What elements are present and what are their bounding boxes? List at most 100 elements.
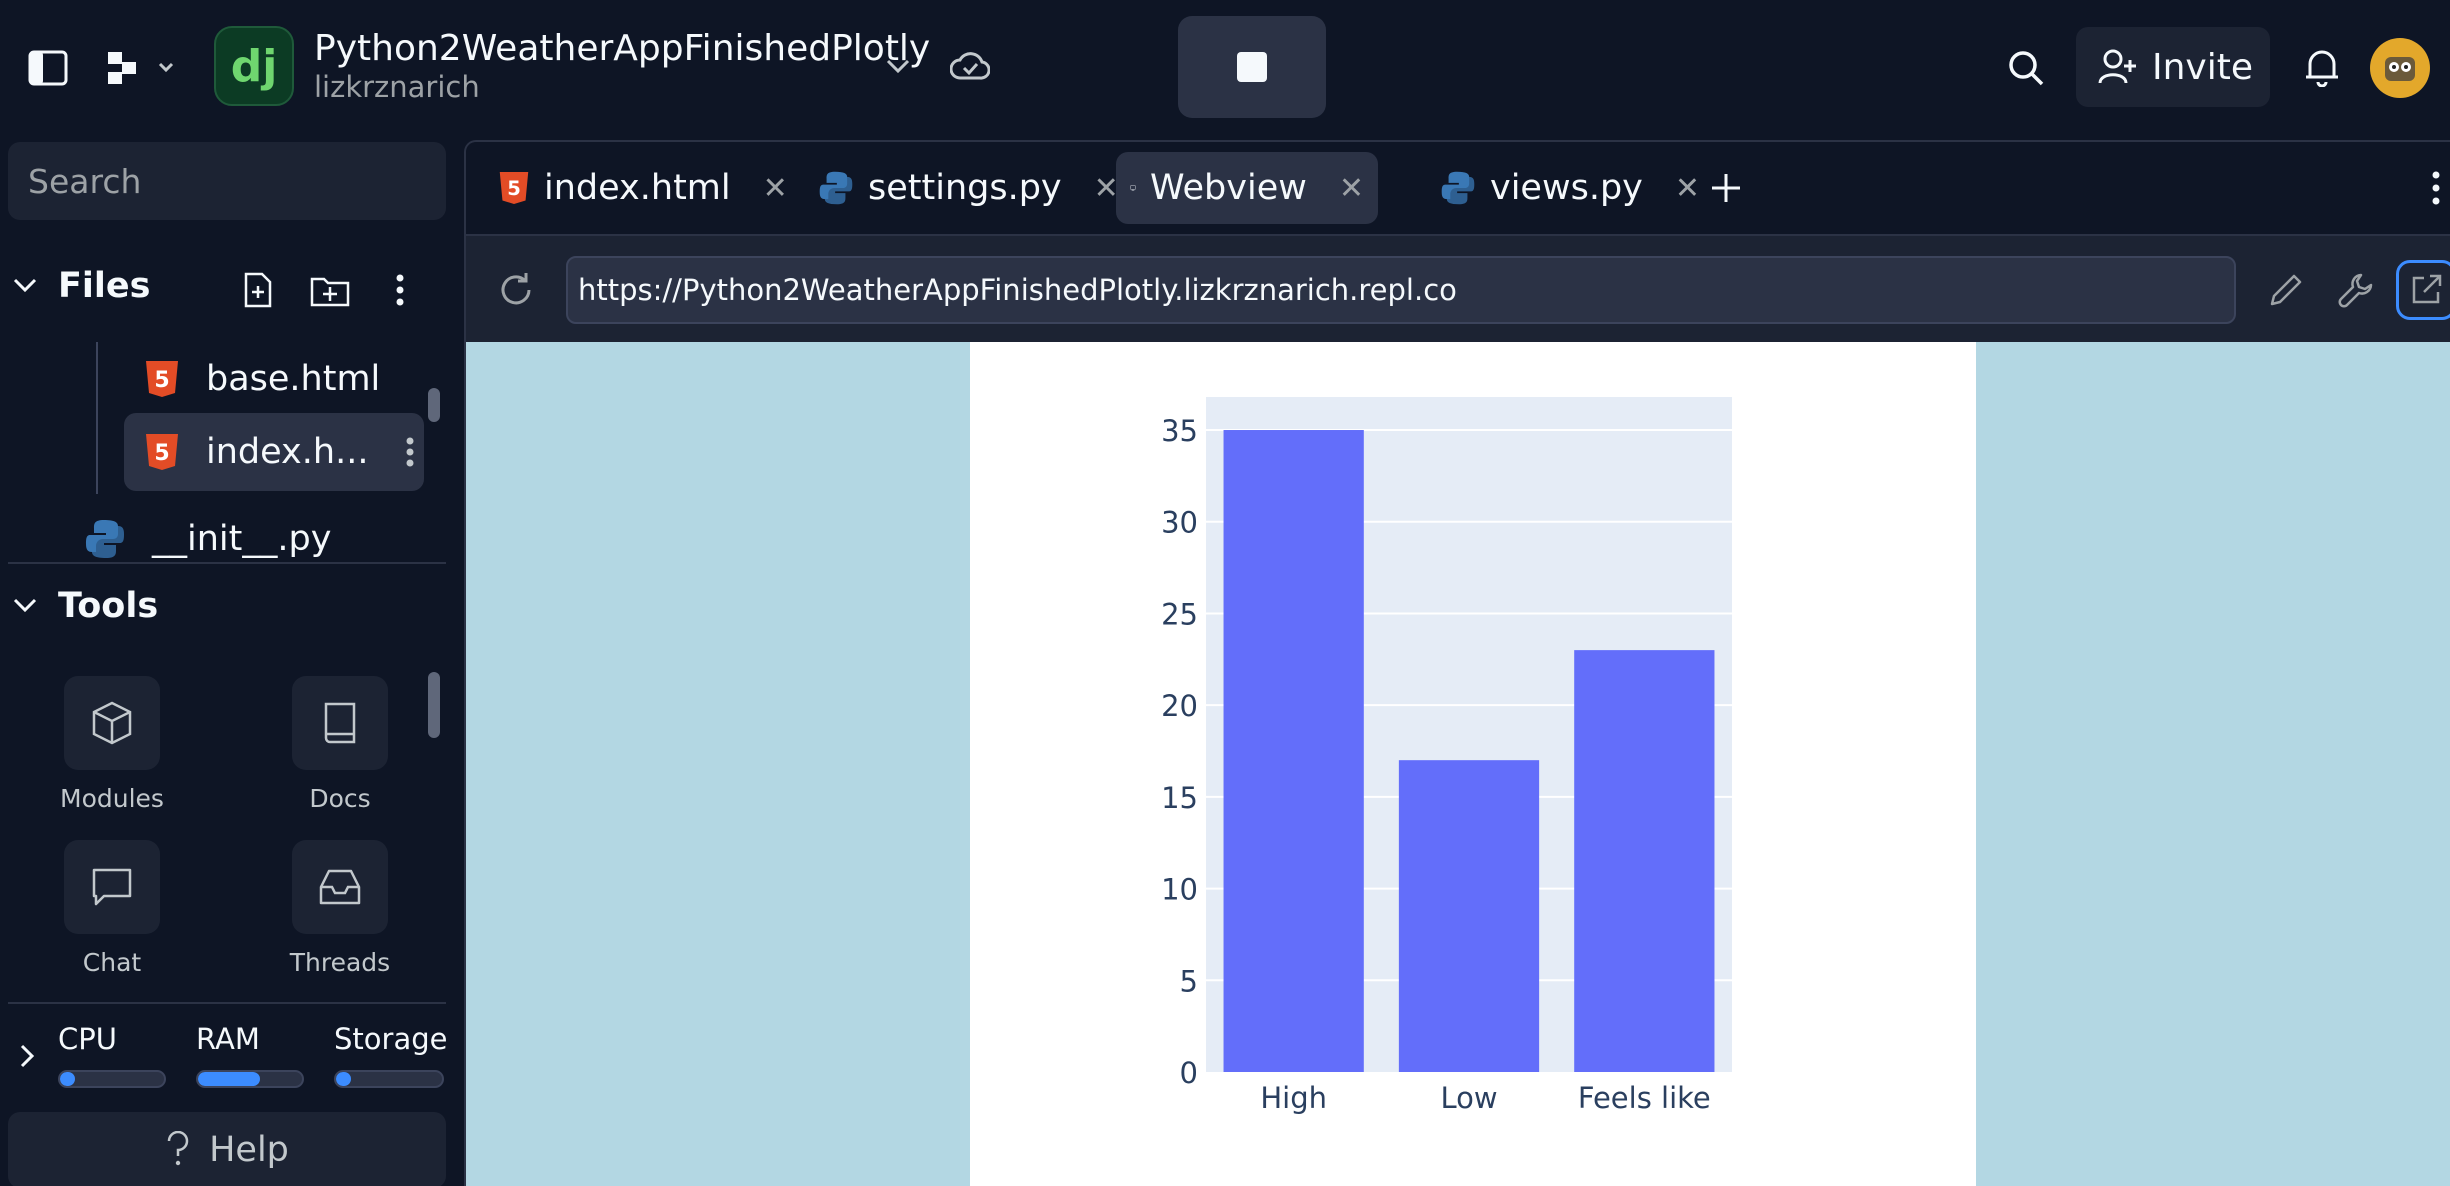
webview-toolbar [466, 234, 2450, 342]
ram-meter[interactable]: RAM [196, 1022, 304, 1088]
tool-modules[interactable]: Modules [32, 676, 192, 813]
cpu-meter[interactable]: CPU [58, 1022, 166, 1088]
meter-label: CPU [58, 1022, 117, 1056]
pane-more-icon[interactable] [2426, 168, 2446, 208]
divider [8, 1002, 446, 1004]
storage-meter[interactable]: Storage [334, 1022, 447, 1088]
new-tab-plus-icon[interactable] [1704, 166, 1748, 210]
sidebar: Files 5 base.html 5 index.h... __init__.… [0, 136, 460, 1186]
chevron-down-icon [13, 598, 37, 613]
files-section-header[interactable]: Files [12, 266, 150, 306]
close-icon[interactable]: ✕ [1094, 171, 1119, 206]
bell-icon[interactable] [2300, 44, 2344, 90]
svg-text:5: 5 [154, 441, 169, 466]
new-file-icon[interactable] [238, 270, 278, 310]
y-tick-label: 0 [1180, 1056, 1198, 1090]
open-in-new-tab-icon[interactable] [2396, 260, 2450, 320]
tool-label: Threads [289, 948, 391, 977]
tab-label: views.py [1490, 168, 1643, 208]
x-tick-label: High [1260, 1081, 1327, 1115]
invite-button[interactable]: Invite [2076, 27, 2270, 107]
invite-label: Invite [2152, 46, 2254, 88]
file-item-active[interactable]: 5 index.h... [124, 413, 424, 491]
new-folder-icon[interactable] [308, 270, 352, 310]
devtools-wrench-icon[interactable] [2334, 268, 2378, 312]
file-name: base.html [206, 359, 381, 399]
weather-bar-chart: 0 5 10 15 20 25 30 35 High Low Feels like [1161, 397, 1732, 1115]
chevron-down-icon[interactable] [878, 46, 918, 86]
stop-button[interactable] [1178, 16, 1326, 118]
meter-fill [198, 1072, 261, 1086]
file-item[interactable]: 5 base.html [144, 346, 380, 412]
sidebar-toggle-icon[interactable] [24, 44, 72, 92]
bar [1574, 650, 1715, 1072]
search-input[interactable] [28, 161, 446, 201]
tool-docs[interactable]: Docs [260, 676, 420, 813]
html-icon: 5 [146, 361, 178, 397]
tool-label: Modules [60, 784, 164, 813]
repl-logo[interactable]: dj [214, 26, 294, 106]
files-more-icon[interactable] [380, 270, 420, 310]
webview-viewport: 0 5 10 15 20 25 30 35 High Low Feels like [466, 342, 2450, 1186]
question-icon [167, 1131, 189, 1166]
help-button[interactable]: Help [8, 1112, 446, 1186]
x-tick-label: Feels like [1578, 1081, 1711, 1115]
close-icon[interactable]: ✕ [1675, 171, 1700, 206]
meter-fill [336, 1072, 351, 1086]
inbox-icon [319, 869, 361, 905]
y-tick-label: 30 [1161, 506, 1198, 540]
tools-section-header[interactable]: Tools [12, 586, 158, 626]
python-icon [819, 171, 853, 205]
edit-pencil-icon[interactable] [2264, 268, 2308, 312]
svg-text:5: 5 [507, 177, 521, 200]
meter-label: Storage [334, 1022, 448, 1056]
tool-threads[interactable]: Threads [260, 840, 420, 977]
tab-index-html[interactable]: 5 index.html ✕ [484, 152, 802, 224]
tools-label: Tools [58, 586, 159, 626]
tools-scrollbar[interactable] [428, 672, 440, 738]
y-tick-label: 15 [1161, 781, 1198, 815]
python-icon [86, 520, 124, 558]
page-content: 0 5 10 15 20 25 30 35 High Low Feels like [970, 342, 1976, 1186]
y-tick-label: 5 [1180, 964, 1198, 998]
tab-label: Webview [1149, 168, 1307, 208]
url-input[interactable] [578, 273, 2234, 307]
divider [8, 562, 446, 564]
meter-track [58, 1070, 166, 1088]
meter-label: RAM [196, 1022, 260, 1056]
file-more-icon[interactable] [406, 437, 414, 467]
tab-settings-py[interactable]: settings.py ✕ [804, 152, 1133, 224]
bar [1398, 760, 1540, 1072]
search-icon[interactable] [2004, 46, 2048, 90]
meter-track [334, 1070, 444, 1088]
tab-webview[interactable]: Webview ✕ [1116, 152, 1378, 224]
repl-owner[interactable]: lizkrznarich [314, 70, 480, 104]
tool-label: Docs [309, 784, 371, 813]
meter-track [196, 1070, 304, 1088]
url-bar[interactable] [566, 256, 2236, 324]
python-icon [1441, 171, 1475, 205]
search-box[interactable] [8, 142, 446, 220]
book-icon [324, 702, 356, 744]
cloud-check-icon[interactable] [948, 46, 992, 86]
html-icon: 5 [146, 434, 178, 470]
close-icon[interactable]: ✕ [763, 171, 788, 206]
bar [1223, 430, 1364, 1072]
workspace-layout-menu[interactable] [100, 44, 180, 92]
stop-icon [1237, 52, 1267, 82]
avatar[interactable] [2370, 38, 2430, 98]
tab-label: index.html [544, 168, 731, 208]
tool-label: Chat [82, 948, 142, 977]
chevron-right-icon[interactable] [14, 1036, 40, 1076]
files-label: Files [58, 266, 151, 306]
top-bar: dj Python2WeatherAppFinishedPlotly lizkr… [0, 0, 2450, 136]
tab-views-py[interactable]: views.py ✕ [1426, 152, 1714, 224]
tool-chat[interactable]: Chat [32, 840, 192, 977]
reload-icon[interactable] [494, 268, 538, 312]
files-scrollbar[interactable] [428, 388, 440, 422]
y-tick-label: 20 [1161, 689, 1198, 723]
x-tick-label: Low [1440, 1081, 1497, 1115]
close-icon[interactable]: ✕ [1339, 171, 1364, 206]
repl-title[interactable]: Python2WeatherAppFinishedPlotly [314, 28, 930, 69]
y-tick-label: 25 [1161, 597, 1198, 631]
